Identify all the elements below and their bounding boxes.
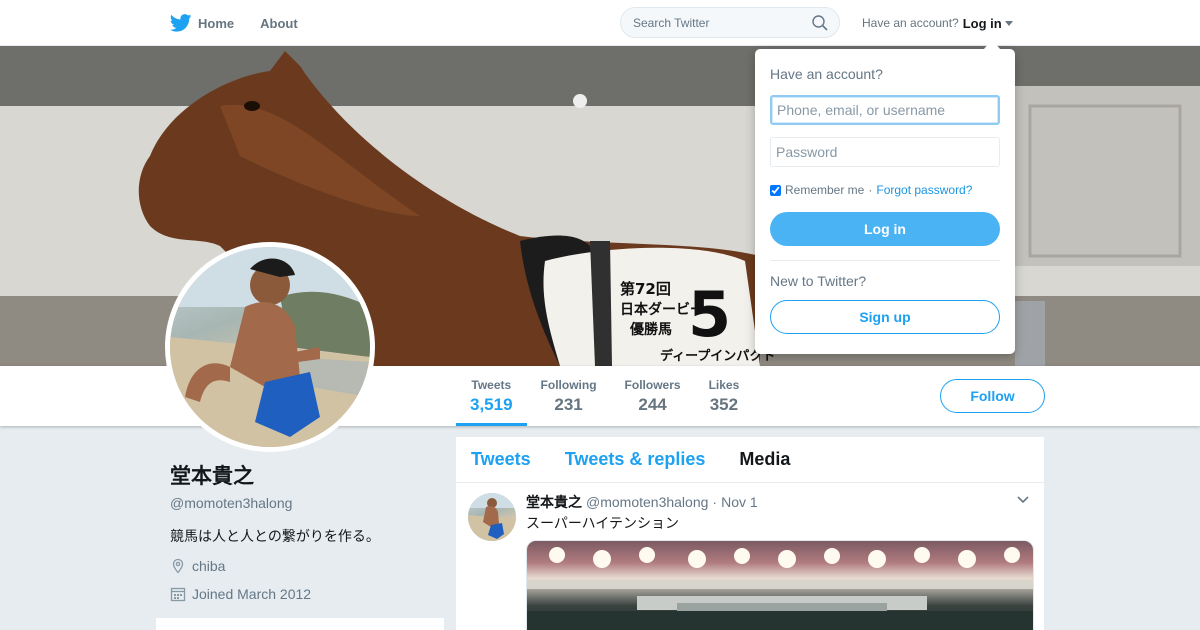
chevron-down-icon[interactable]: [1016, 495, 1030, 505]
tweet-media[interactable]: [526, 540, 1034, 630]
profile-stats: Tweets 3,519 Following 231 Followers 244…: [456, 366, 753, 426]
top-nav: Home About Have an account? Log in: [0, 0, 1200, 46]
login-button[interactable]: Log in: [770, 212, 1000, 246]
search-icon[interactable]: [812, 15, 828, 31]
stat-value: 231: [554, 395, 583, 414]
stat-label: Following: [540, 378, 597, 392]
stat-label: Likes: [708, 378, 740, 392]
password-field[interactable]: [770, 137, 1000, 167]
new-to-twitter-text: New to Twitter?: [770, 273, 867, 289]
remember-separator: ·: [868, 183, 873, 197]
tweet-author-handle[interactable]: @momoten3halong: [586, 494, 708, 510]
stat-following[interactable]: Following 231: [527, 366, 611, 426]
calendar-icon: [170, 587, 186, 602]
signup-button[interactable]: Sign up: [770, 300, 1000, 334]
tweet-separator: ·: [712, 494, 718, 510]
search-input[interactable]: [621, 8, 801, 37]
follow-button[interactable]: Follow: [940, 379, 1045, 413]
dropdown-divider: [770, 260, 1000, 261]
tab-tweets[interactable]: Tweets: [471, 449, 531, 470]
profile-joined: Joined March 2012: [170, 586, 450, 602]
tweet-text: スーパーハイテンション: [526, 515, 680, 531]
tab-media[interactable]: Media: [739, 449, 790, 470]
profile-name[interactable]: 堂本貴之: [170, 460, 450, 490]
tweet-date[interactable]: Nov 1: [721, 494, 758, 510]
profile-location: chiba: [170, 558, 450, 574]
username-field[interactable]: [770, 95, 1000, 125]
tweet-avatar-photo: [468, 493, 516, 541]
stat-value: 352: [709, 395, 739, 414]
stat-label: Followers: [624, 378, 681, 392]
stat-tweets[interactable]: Tweets 3,519: [456, 366, 527, 426]
profile-bio: 競馬は人と人との繋がりを作る。: [170, 528, 380, 544]
left-module: [156, 618, 444, 630]
remember-row: Remember me · Forgot password?: [770, 183, 972, 197]
saddle-line1: 第72回: [620, 280, 671, 298]
tweet-author-name[interactable]: 堂本貴之: [526, 492, 582, 512]
nav-about-label: About: [260, 15, 298, 31]
stat-label: Tweets: [471, 378, 512, 392]
nav-home[interactable]: Home: [170, 14, 234, 32]
account-prompt: Have an account?: [862, 16, 959, 30]
remember-label[interactable]: Remember me: [785, 183, 864, 197]
stadium-photo: [527, 547, 1033, 630]
login-toggle-label: Log in: [962, 15, 1002, 31]
nav-home-label: Home: [198, 15, 235, 31]
twitter-bird-icon: [170, 14, 192, 32]
profile-handle[interactable]: @momoten3halong: [170, 495, 450, 511]
tweet-header: 堂本貴之 @momoten3halong · Nov 1: [526, 492, 758, 512]
timeline-tabs: Tweets Tweets & replies Media: [456, 437, 1044, 483]
login-toggle[interactable]: Log in: [963, 16, 1013, 31]
remember-checkbox[interactable]: [770, 184, 781, 196]
stat-value: 244: [638, 395, 667, 414]
tweet-avatar[interactable]: [468, 493, 516, 541]
location-text: chiba: [192, 558, 226, 574]
caret-down-icon: [1004, 20, 1013, 26]
login-dropdown-title: Have an account?: [770, 66, 883, 82]
saddle-number: 5: [688, 278, 731, 351]
nav-left: Home About: [170, 0, 298, 46]
tweet[interactable]: 堂本貴之 @momoten3halong · Nov 1 スーパーハイテンション: [456, 483, 1044, 630]
login-dropdown: Have an account? Remember me · Forgot pa…: [755, 40, 1015, 354]
search-box: [620, 7, 840, 38]
avatar-photo: [170, 247, 370, 447]
saddle-line3: 優勝馬: [629, 321, 672, 338]
stat-followers[interactable]: Followers 244: [611, 366, 695, 426]
stat-likes[interactable]: Likes 352: [695, 366, 754, 426]
tab-tweets-replies[interactable]: Tweets & replies: [565, 449, 706, 470]
forgot-password-link[interactable]: Forgot password?: [876, 183, 972, 197]
stat-value: 3,519: [470, 395, 513, 414]
location-pin-icon: [172, 558, 184, 574]
profile-card: 堂本貴之 @momoten3halong 競馬は人と人との繋がりを作る。 chi…: [170, 460, 450, 602]
avatar[interactable]: [165, 242, 375, 452]
nav-about[interactable]: About: [260, 16, 298, 31]
joined-text: Joined March 2012: [192, 586, 312, 602]
timeline: Tweets Tweets & replies Media 堂本貴之 @momo…: [456, 437, 1044, 630]
